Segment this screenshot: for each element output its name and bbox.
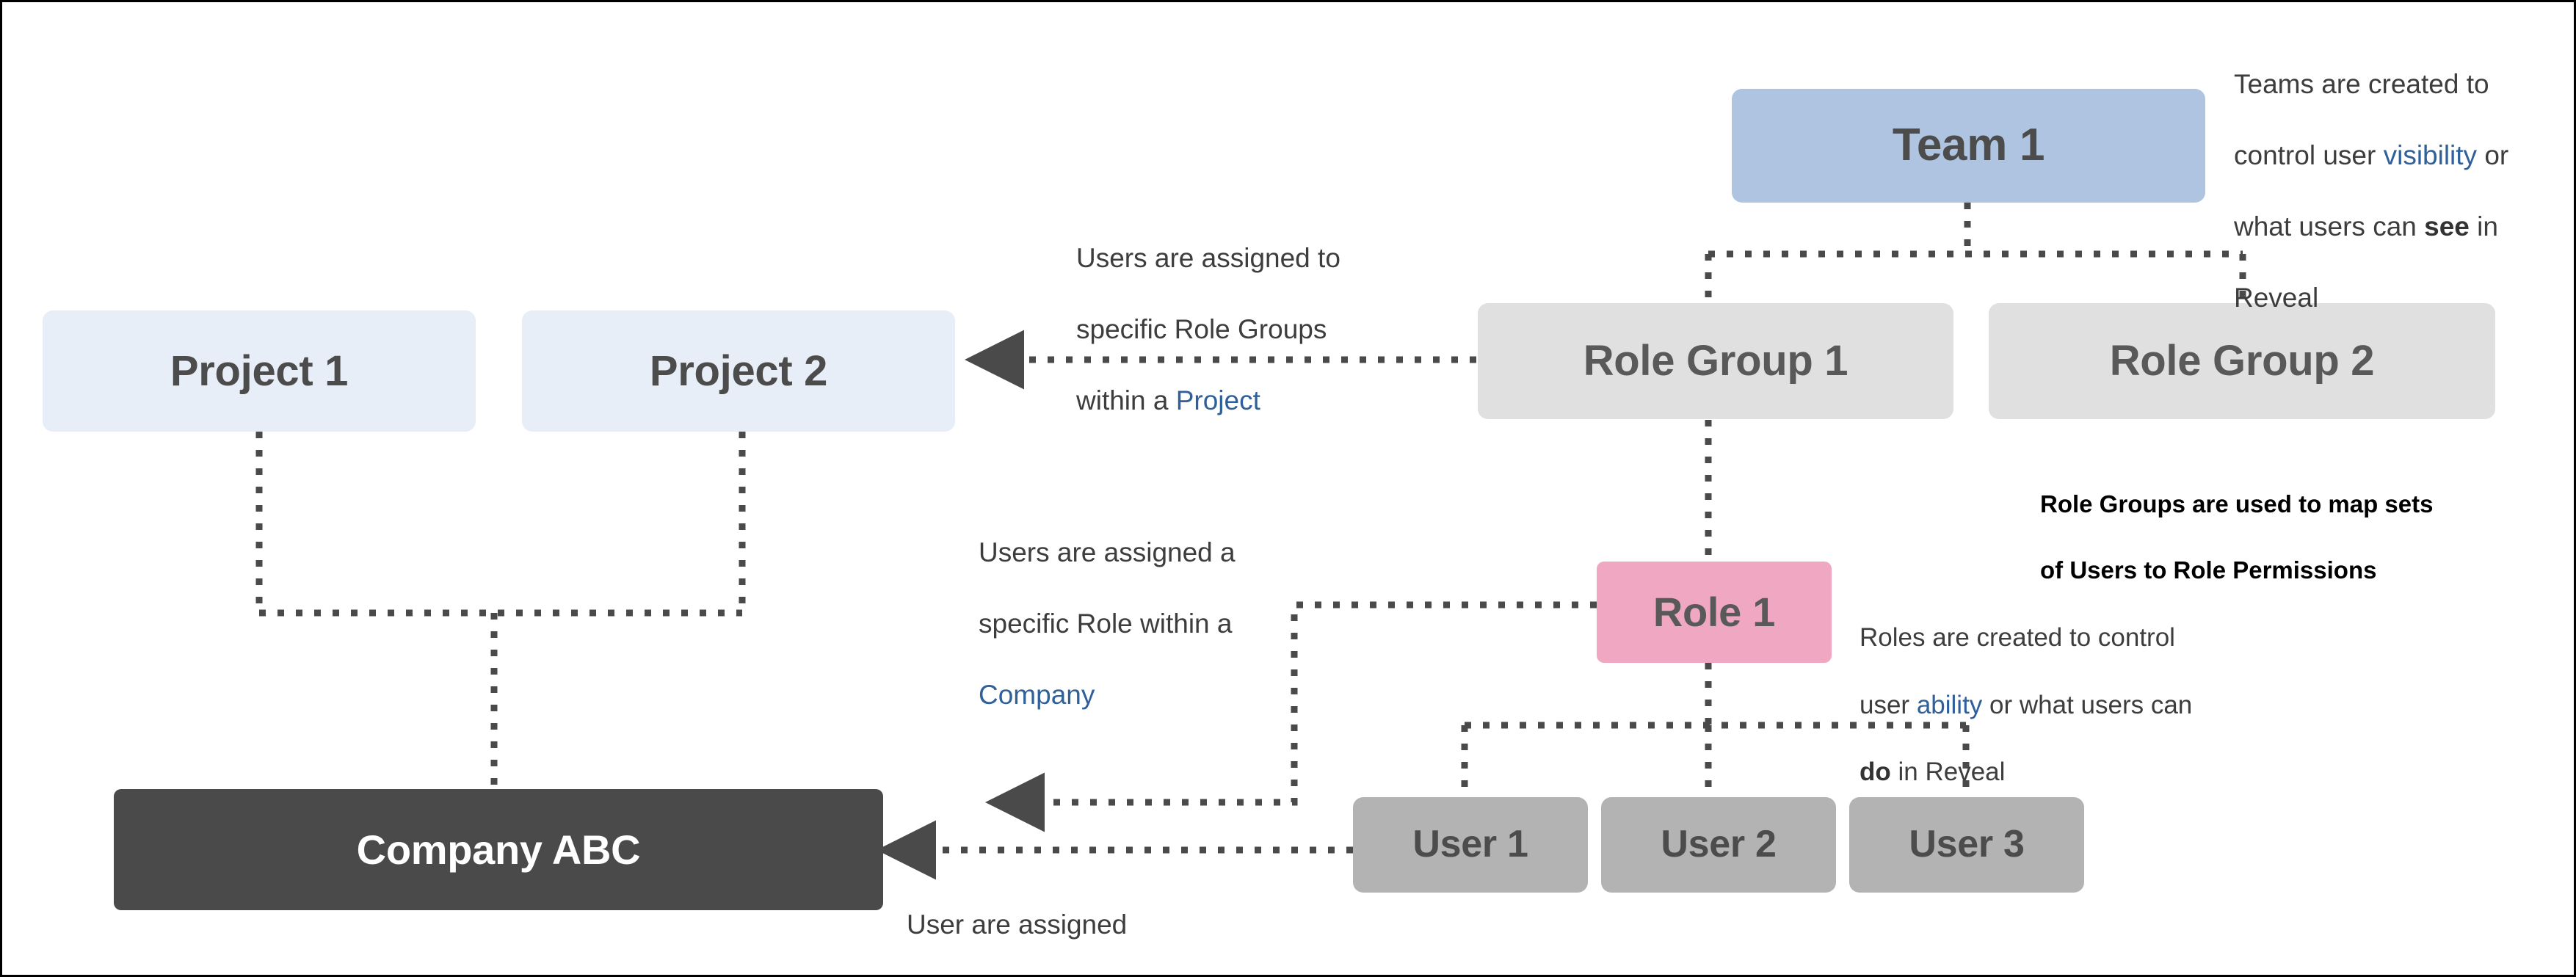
annotation-team-highlight-visibility: visibility [2383,140,2478,171]
annotation-team-bold-see: see [2424,211,2470,242]
annotation-role-groups-purpose: Role Groups are used to map sets of User… [2040,455,2510,587]
node-role-group-1-label: Role Group 1 [1583,337,1848,385]
annotation-rg-line-1: Users are assigned to [1076,243,1340,274]
node-project-1-label: Project 1 [170,346,349,395]
node-user-3-label: User 3 [1909,823,2025,866]
node-project-1[interactable]: Project 1 [43,310,476,432]
node-user-2[interactable]: User 2 [1601,797,1836,893]
node-role-group-1[interactable]: Role Group 1 [1478,303,1953,419]
annotation-user-company: User are assigned to a Company [907,872,1222,975]
annotation-team-line-3-pre: what users can [2234,211,2425,242]
node-project-2[interactable]: Project 2 [522,310,955,432]
node-team-1-label: Team 1 [1892,120,2045,171]
annotation-team-purpose: Teams are created to control user visibi… [2234,32,2542,316]
annotation-role-group-assign: Users are assigned to specific Role Grou… [1076,206,1421,419]
annotation-uc-line-1: User are assigned [907,909,1128,940]
node-role-group-2[interactable]: Role Group 2 [1989,303,2495,419]
annotation-role-assign: Users are assigned a specific Role withi… [979,500,1316,713]
node-user-1-label: User 1 [1412,823,1528,866]
annotation-rg-highlight-project: Project [1175,385,1260,416]
node-role-1[interactable]: Role 1 [1597,562,1832,663]
annotation-rg-line-2: specific Role Groups [1076,314,1327,345]
node-team-1[interactable]: Team 1 [1732,89,2205,203]
annotation-ra-line-2: specific Role within a [979,609,1233,639]
annotation-team-line-2-pre: control user [2234,140,2384,171]
annotation-rp-highlight-ability: ability [1916,690,1983,719]
node-project-2-label: Project 2 [649,346,828,395]
annotation-rgp-line-2: of Users to Role Permissions [2040,556,2377,584]
node-company[interactable]: Company ABC [114,789,883,910]
node-company-label: Company ABC [356,826,641,873]
node-user-3[interactable]: User 3 [1849,797,2084,893]
annotation-rp-bold-do: do [1860,758,1891,787]
diagram-canvas: Team 1 Project 1 Project 2 Role Group 1 … [0,0,2576,977]
annotation-rp-line-2-post: or what users can [1982,690,2193,719]
annotation-rp-line-1: Roles are created to control [1860,622,2175,652]
annotation-rgp-line-1: Role Groups are used to map sets [2040,490,2434,517]
annotation-team-line-4: Reveal [2234,283,2319,313]
annotation-rg-line-3-pre: within a [1076,385,1176,416]
node-role-1-label: Role 1 [1652,589,1776,636]
annotation-team-line-3-post: in [2469,211,2498,242]
node-role-group-2-label: Role Group 2 [2109,337,2375,385]
node-user-2-label: User 2 [1661,823,1777,866]
node-user-1[interactable]: User 1 [1353,797,1588,893]
annotation-rp-line-3-post: in Reveal [1890,758,2006,787]
annotation-team-line-1: Teams are created to [2234,69,2489,100]
annotation-ra-highlight-company: Company [979,680,1095,711]
annotation-role-purpose: Roles are created to control user abilit… [1860,587,2300,789]
annotation-rp-line-2-pre: user [1860,690,1917,719]
annotation-team-line-2-post: or [2477,140,2509,171]
annotation-ra-line-1: Users are assigned a [979,537,1236,568]
